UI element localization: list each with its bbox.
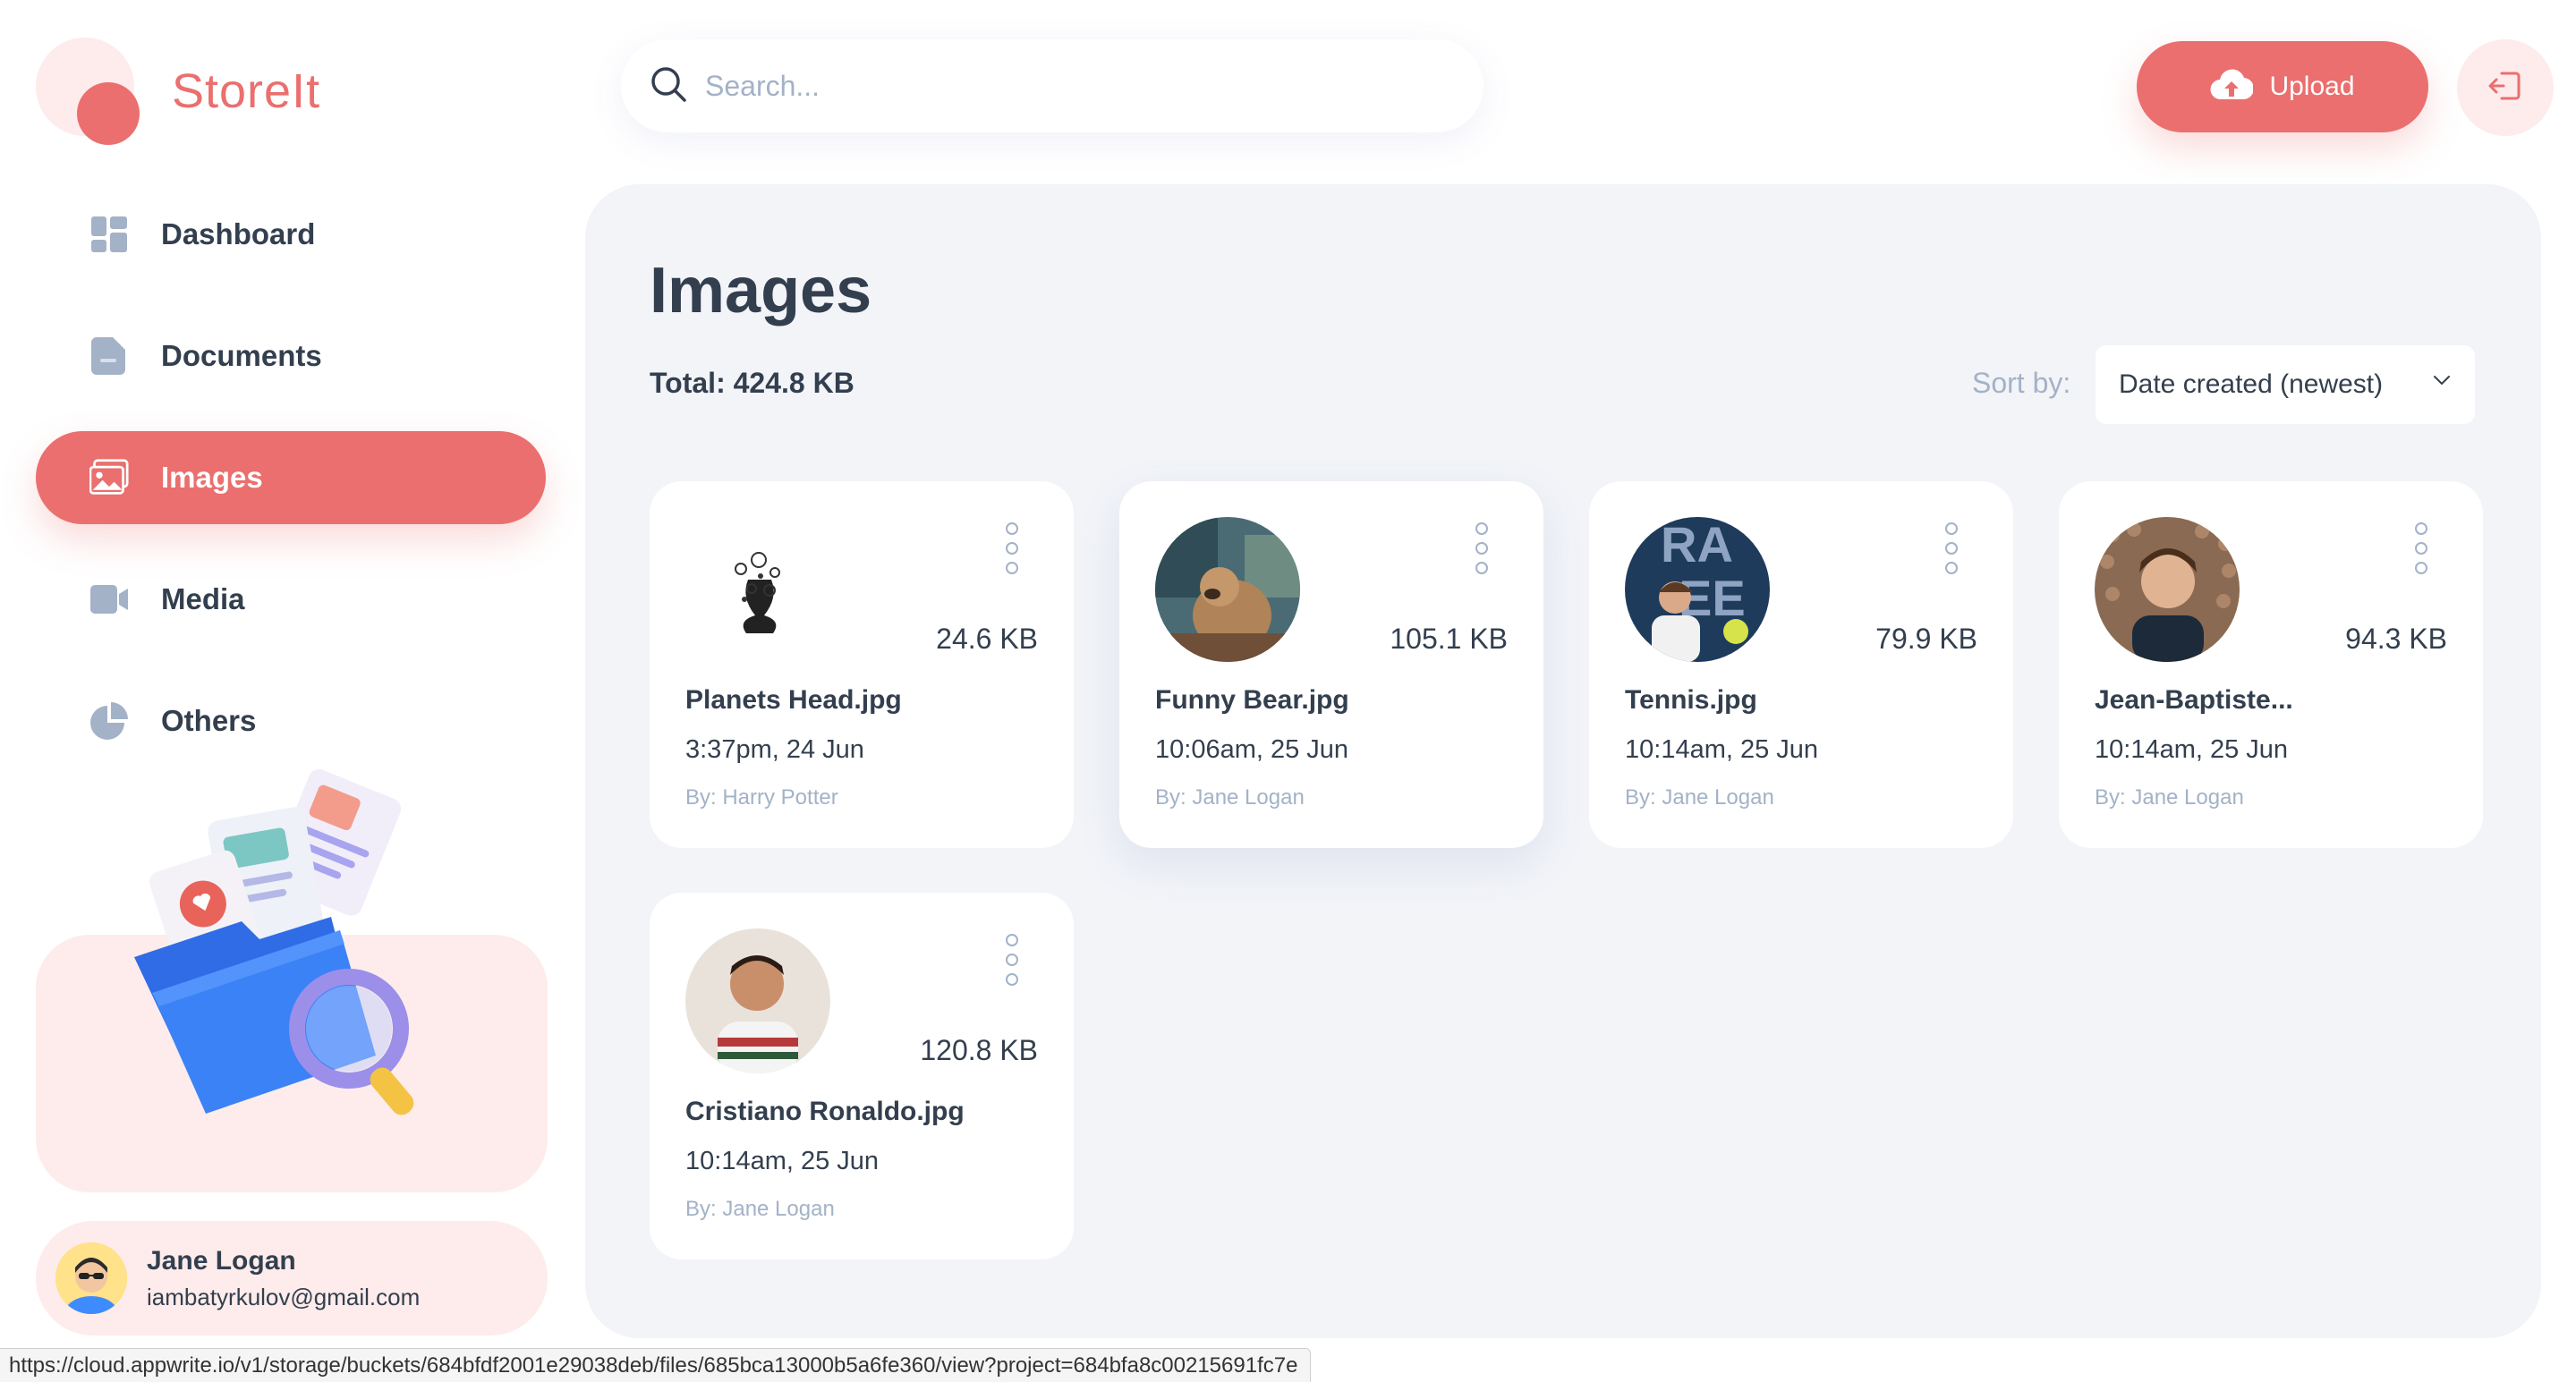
file-thumbnail (685, 928, 830, 1073)
avatar (55, 1242, 127, 1314)
file-card[interactable]: 120.8 KB Cristiano Ronaldo.jpg 10:14am, … (650, 893, 1074, 1259)
file-name[interactable]: Funny Bear.jpg (1155, 685, 1513, 716)
upload-button[interactable]: Upload (2137, 41, 2428, 132)
more-options-icon[interactable] (2415, 522, 2429, 576)
file-thumbnail (1155, 517, 1300, 662)
video-icon (89, 580, 129, 619)
more-options-icon[interactable] (1006, 522, 1020, 576)
more-options-icon[interactable] (1475, 522, 1490, 576)
file-card[interactable]: RA EE 79.9 KB Tennis.jpg 10:14am, 25 Jun… (1589, 481, 2013, 848)
file-owner: By: Jane Logan (1155, 785, 1305, 810)
file-size: 120.8 KB (920, 1034, 1038, 1066)
upload-button-label: Upload (2269, 72, 2355, 101)
file-date: 10:06am, 25 Jun (1155, 735, 1349, 764)
sidebar: StoreIt Dashboard Documents Images Media… (0, 0, 582, 1382)
images-icon (89, 458, 129, 497)
sidebar-item-dashboard[interactable]: Dashboard (36, 188, 546, 281)
sidebar-item-label: Others (161, 704, 257, 737)
files-illustration (134, 768, 414, 1115)
file-owner: By: Jane Logan (1625, 785, 1774, 810)
logo-icon (36, 38, 143, 145)
main-content: Images Total: 424.8 KB Sort by: Date cre… (585, 184, 2541, 1338)
file-name[interactable]: Jean-Baptiste... (2095, 685, 2453, 716)
user-profile[interactable]: Jane Logan iambatyrkulov@gmail.com (36, 1221, 548, 1335)
file-size: 94.3 KB (2345, 623, 2447, 655)
more-options-icon[interactable] (1945, 522, 1960, 576)
file-owner: By: Jane Logan (685, 1197, 835, 1221)
total-size: Total: 424.8 KB (650, 367, 854, 400)
file-date: 3:37pm, 24 Jun (685, 735, 864, 764)
logo[interactable]: StoreIt (36, 38, 320, 145)
total-value: 424.8 KB (733, 367, 854, 399)
sidebar-item-others[interactable]: Others (36, 674, 546, 767)
file-card[interactable]: 105.1 KB Funny Bear.jpg 10:06am, 25 Jun … (1119, 481, 1543, 848)
sidebar-item-media[interactable]: Media (36, 553, 546, 646)
file-thumbnail: RA EE (1625, 517, 1770, 662)
document-icon (89, 336, 129, 376)
sort-select[interactable]: Date created (newest) (2096, 345, 2475, 424)
sidebar-item-documents[interactable]: Documents (36, 309, 546, 403)
file-size: 24.6 KB (936, 623, 1038, 655)
status-bar-url: https://cloud.appwrite.io/v1/storage/buc… (0, 1348, 1312, 1382)
sort-label: Sort by: (1972, 367, 2071, 399)
app-root: StoreIt Dashboard Documents Images Media… (0, 0, 2576, 1382)
user-name: Jane Logan (147, 1245, 296, 1276)
file-thumbnail (685, 517, 830, 662)
file-owner: By: Jane Logan (2095, 785, 2244, 810)
sidebar-item-label: Dashboard (161, 217, 316, 250)
chevron-down-icon (2432, 374, 2452, 391)
file-card[interactable]: 94.3 KB Jean-Baptiste... 10:14am, 25 Jun… (2059, 481, 2483, 848)
user-info: Jane Logan iambatyrkulov@gmail.com (147, 1246, 420, 1311)
logout-icon (2487, 68, 2523, 108)
total-label: Total: (650, 367, 726, 399)
file-name[interactable]: Planets Head.jpg (685, 685, 1043, 716)
sidebar-item-images[interactable]: Images (36, 431, 546, 524)
file-owner: By: Harry Potter (685, 785, 838, 810)
sort-value: Date created (newest) (2119, 369, 2384, 399)
file-date: 10:14am, 25 Jun (685, 1147, 880, 1175)
search-icon (650, 65, 687, 107)
page-title: Images (650, 255, 872, 326)
logout-button[interactable] (2457, 39, 2554, 136)
search-bar[interactable] (621, 39, 1484, 132)
file-card[interactable]: 24.6 KB Planets Head.jpg 3:37pm, 24 Jun … (650, 481, 1074, 848)
file-size: 79.9 KB (1875, 623, 1977, 655)
pie-chart-icon (89, 701, 129, 741)
svg-text:RA: RA (1661, 517, 1733, 572)
app-name: StoreIt (172, 64, 321, 118)
user-email: iambatyrkulov@gmail.com (147, 1283, 421, 1310)
search-input[interactable] (705, 69, 1421, 103)
file-date: 10:14am, 25 Jun (2095, 735, 2289, 764)
file-name[interactable]: Tennis.jpg (1625, 685, 1983, 716)
file-thumbnail (2095, 517, 2240, 662)
sidebar-item-label: Images (161, 461, 263, 494)
file-name[interactable]: Cristiano Ronaldo.jpg (685, 1097, 1043, 1127)
more-options-icon[interactable] (1006, 934, 1020, 988)
sidebar-nav: Dashboard Documents Images Media Others (36, 188, 546, 796)
sidebar-item-label: Media (161, 582, 245, 615)
dashboard-icon (89, 215, 129, 254)
file-date: 10:14am, 25 Jun (1625, 735, 1819, 764)
file-size: 105.1 KB (1390, 623, 1508, 655)
cloud-upload-icon (2210, 69, 2255, 106)
sidebar-item-label: Documents (161, 339, 322, 372)
